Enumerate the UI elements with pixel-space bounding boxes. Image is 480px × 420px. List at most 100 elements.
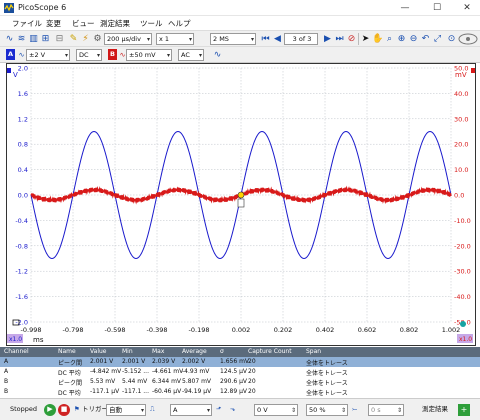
measurements-label: 測定結果 (422, 405, 448, 413)
channel-a-range-select[interactable]: ±2 V ▾ (26, 49, 70, 61)
table-header: Channel Name Value Min Max Average σ Cap… (0, 347, 480, 357)
cell-sigma: 290.6 µV (220, 378, 248, 385)
zoom-fit-icon[interactable]: ⤢ (432, 33, 443, 45)
trigger-marker (237, 191, 245, 199)
channel-a-button[interactable]: A (6, 49, 16, 60)
cell-average: -94.19 µV (182, 388, 212, 395)
table-row[interactable]: A ピーク間 2.001 V 2.001 V 2.039 V 2.002 V 1… (0, 357, 480, 367)
minimize-button[interactable]: — (394, 2, 416, 14)
no-entry-icon[interactable]: ⊘ (346, 33, 357, 45)
last-capture-icon[interactable]: ⏭ (334, 33, 345, 45)
first-capture-icon[interactable]: ⏮ (260, 33, 271, 45)
header-capture-count: Capture Count (248, 348, 292, 355)
zoom-out-icon[interactable]: ⊖ (408, 33, 419, 45)
menu-edit[interactable]: 変更 (46, 18, 61, 29)
scope-plot[interactable]: 2.01.61.20.80.40.0-0.4-0.8-1.2-1.6-2.0 5… (7, 64, 475, 345)
x-tick-label: 0.802 (400, 326, 419, 334)
zoom-overview-icon[interactable]: ⊙ (446, 33, 457, 45)
header-sigma: σ (220, 348, 224, 355)
probe-icon[interactable]: ✎ (68, 33, 79, 45)
cell-max: -60.46 µV (152, 388, 182, 395)
channel-options-icon[interactable]: ⊟ (54, 33, 65, 45)
ruler-handle-icon[interactable] (460, 321, 466, 327)
cell-channel: A (4, 358, 9, 365)
header-max: Max (152, 348, 165, 355)
table-row[interactable]: B ピーク間 5.53 mV 5.44 mV 6.344 mV 5.807 mV… (0, 377, 480, 387)
right-tick-label: 20.0 (454, 141, 468, 149)
left-tick-label: 1.2 (18, 115, 28, 123)
add-measurement-icon[interactable]: + (458, 404, 470, 416)
maximize-button[interactable]: ☐ (426, 2, 448, 14)
capture-setup-icon[interactable]: ⚙ (92, 33, 103, 45)
right-scale-badge-label: x1.0 (459, 336, 472, 343)
start-icon[interactable]: ▶ (44, 404, 56, 416)
menu-help[interactable]: ヘルプ (168, 18, 191, 29)
hand-icon[interactable]: ✋ (372, 33, 383, 45)
samples-select[interactable]: 2 MS ▾ (210, 33, 256, 45)
persistence-mode-icon[interactable]: ≋ (16, 33, 27, 45)
x-axis-unit: ms (33, 336, 44, 344)
cell-value: -4.842 mV (90, 368, 122, 375)
channel-a-coupling-select[interactable]: DC ▾ (76, 49, 102, 61)
cell-span: 全体をトレース (306, 380, 348, 387)
x-tick-label: 0.402 (316, 326, 335, 334)
right-axis-ticks: 50.040.030.020.010.00.0-10.0-20.0-30.0-4… (454, 65, 471, 327)
channel-a-marker (7, 68, 11, 73)
add-view-icon[interactable]: ⊞ (40, 33, 51, 45)
math-channels-icon[interactable]: ∿ (212, 49, 223, 61)
signal-generator-icon[interactable]: ⚡ (80, 33, 91, 45)
bottom-toolbar: Stopped ▶ ■ ⚑ トリガー 自動 ▾ ⎍ A ▾ ⬏ ⬎ 0 V ⇕ 50 … (0, 398, 480, 420)
left-tick-label: -0.4 (15, 217, 28, 225)
channel-b-coupling-select[interactable]: AC ▾ (178, 49, 204, 61)
spectrum-mode-icon[interactable]: ▥ (28, 33, 39, 45)
status-text: Stopped (10, 405, 38, 413)
trigger-level-input[interactable]: 0 V ⇕ (254, 404, 298, 416)
cell-max: 2.039 V (152, 358, 176, 365)
x-tick-label: -0.398 (147, 326, 168, 334)
zoom-multiplier-select[interactable]: x 1 ▾ (156, 33, 194, 45)
close-button[interactable]: ✕ (456, 2, 478, 14)
header-min: Min (122, 348, 133, 355)
channel-b-button[interactable]: B (108, 49, 117, 60)
rising-trigger-icon[interactable]: ⬏ (216, 404, 221, 416)
table-row[interactable]: B DC 平均 -117.1 µV -117.1 ... -60.46 µV -… (0, 387, 480, 397)
menu-file[interactable]: ファイル (12, 18, 42, 29)
cell-max: 6.344 mV (152, 378, 182, 385)
channel-b-range-select[interactable]: ±50 mV ▾ (126, 49, 172, 61)
menu-measurements[interactable]: 測定結果 (100, 18, 130, 29)
main-toolbar: ∿ ≋ ▥ ⊞ ⊟ ✎ ⚡ ⚙ 200 µs/div ▾ x 1 ▾ 2 MS ▾ ⏮… (0, 30, 480, 47)
table-row[interactable]: A DC 平均 -4.842 mV -5.152 ... -4.661 mV -… (0, 367, 480, 377)
cell-sigma: 1.656 mV (220, 358, 250, 365)
next-capture-icon[interactable]: ▶ (322, 33, 333, 45)
rising-edge-icon[interactable]: ⎍ (150, 404, 155, 416)
menu-bar: ファイル 変更 ビュー 測定結果 ツール ヘルプ (0, 16, 480, 30)
cell-max: -4.661 mV (152, 368, 184, 375)
trigger-source-select[interactable]: A ▾ (170, 404, 212, 416)
cell-min: -5.152 ... (122, 368, 149, 375)
undo-zoom-icon[interactable]: ↶ (420, 33, 431, 45)
cell-channel: B (4, 388, 9, 395)
cell-name: ピーク間 (58, 360, 83, 367)
falling-trigger-icon[interactable]: ⬎ (230, 404, 235, 416)
zoom-in-icon[interactable]: ⊕ (396, 33, 407, 45)
pretrigger-input[interactable]: 50 % ⇕ (306, 404, 348, 416)
cell-capture-count: 20 (248, 368, 256, 375)
scope-view[interactable]: 2.0 1.6 1.2 0.8 0.4 0.0 -0.4 -0.8 -1.2 -1.6 -2.0 5… (6, 63, 476, 346)
menu-tools[interactable]: ツール (140, 18, 163, 29)
pico-technology-logo-icon (458, 33, 478, 45)
right-tick-label: -40.0 (454, 293, 471, 301)
header-channel: Channel (4, 348, 29, 355)
menu-view[interactable]: ビュー (72, 18, 95, 29)
pointer-icon[interactable]: ➤ (360, 33, 371, 45)
trigger-mode-select[interactable]: 自動 ▾ (106, 404, 146, 416)
left-scale-badge-label: x1.0 (9, 336, 22, 343)
cell-name: DC 平均 (58, 390, 81, 397)
stop-icon[interactable]: ■ (58, 404, 70, 416)
cell-span: 全体をトレース (306, 360, 348, 367)
trigger-handle (237, 198, 245, 208)
previous-capture-icon[interactable]: ◀ (272, 33, 283, 45)
zoom-region-icon[interactable]: ⌕ (384, 33, 395, 45)
timebase-select[interactable]: 200 µs/div ▾ (104, 33, 152, 45)
post-trigger-delay-input[interactable]: 0 s ⇕ (368, 404, 404, 416)
scope-mode-icon[interactable]: ∿ (4, 33, 15, 45)
